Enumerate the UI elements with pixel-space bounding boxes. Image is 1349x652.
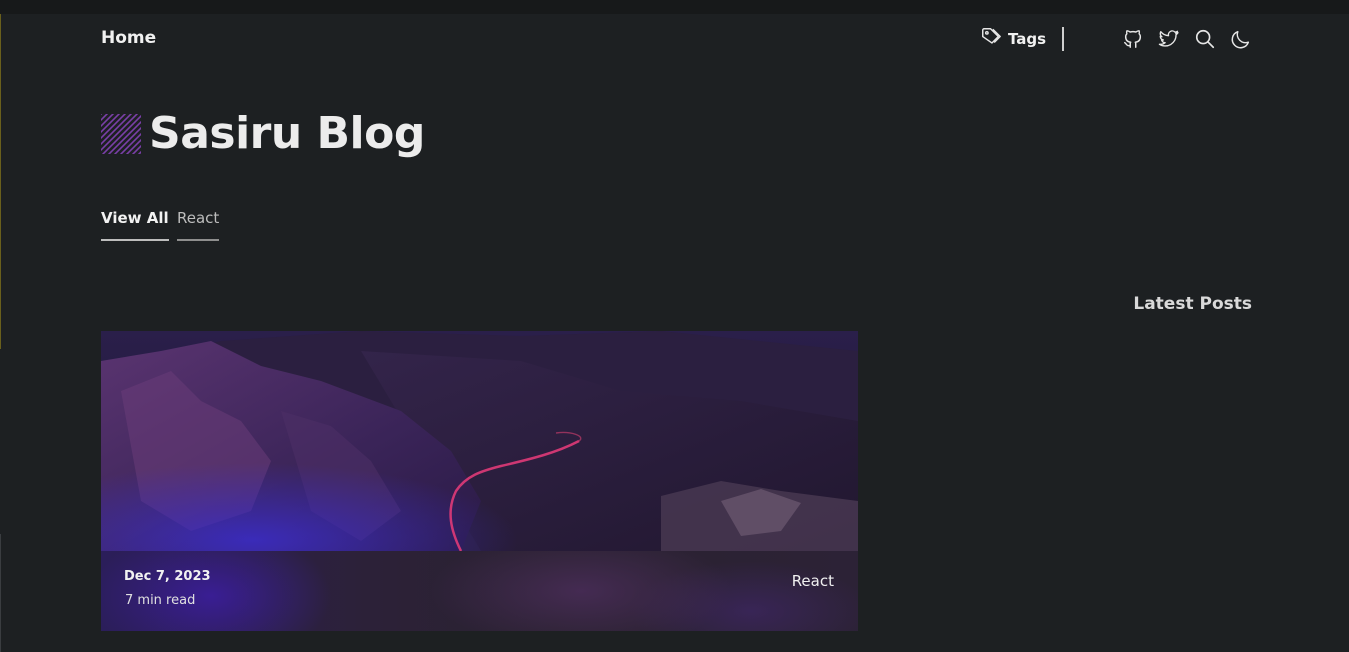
github-icon[interactable] [1120, 26, 1146, 52]
latest-posts-heading: Latest Posts [1133, 294, 1252, 314]
browser-top-strip [0, 0, 1349, 14]
nav-home-link[interactable]: Home [101, 28, 156, 48]
post-card[interactable]: Dec 7, 2023 7 min read React [101, 331, 858, 631]
search-icon[interactable] [1192, 26, 1218, 52]
post-tag-link[interactable]: React [792, 572, 834, 590]
post-date: Dec 7, 2023 [124, 569, 211, 584]
site-logo-icon [101, 113, 141, 154]
page: Home Tags Sasiru Blog View All React Lat… [0, 0, 1349, 652]
nav-tags-link[interactable]: Tags [980, 26, 1046, 52]
left-edge-line-lower [0, 534, 1, 652]
tag-icon [980, 26, 1002, 52]
tab-view-all[interactable]: View All [101, 209, 169, 241]
site-title: Sasiru Blog [149, 108, 425, 159]
site-title-row: Sasiru Blog [101, 108, 425, 159]
post-card-footer: Dec 7, 2023 7 min read React [101, 551, 858, 631]
tab-react[interactable]: React [177, 209, 220, 241]
post-read-time: 7 min read [125, 593, 196, 608]
nav-tags-label: Tags [1008, 30, 1047, 48]
nav-right-group: Tags [980, 26, 1065, 52]
nav-divider [1062, 27, 1065, 51]
twitter-icon[interactable] [1156, 26, 1182, 52]
post-cover-image [101, 331, 858, 551]
left-edge-line [0, 14, 1, 349]
moon-icon[interactable] [1228, 26, 1254, 52]
